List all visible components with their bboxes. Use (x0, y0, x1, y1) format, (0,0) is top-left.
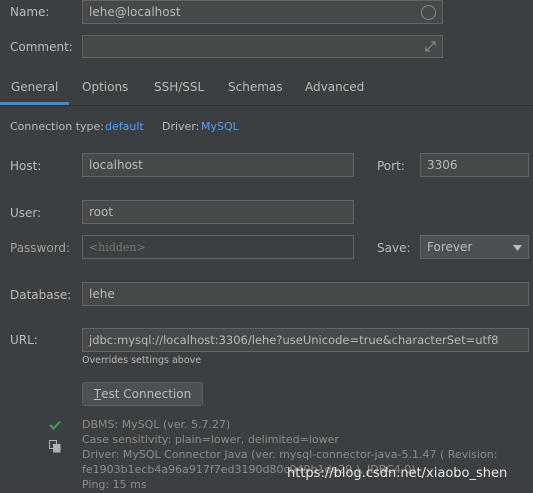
driver-label: Driver: (162, 120, 200, 133)
test-connection-mnemonic: T (93, 387, 102, 401)
save-label: Save: (377, 241, 411, 255)
database-label: Database: (10, 288, 72, 302)
dbms-info: DBMS: MySQL (ver. 5.7.27) (82, 418, 231, 431)
port-value: 3306 (427, 158, 458, 172)
color-picker-icon[interactable] (421, 5, 436, 20)
connection-type-link[interactable]: default (105, 120, 144, 133)
url-label: URL: (10, 333, 38, 347)
tab-ssh-ssl[interactable]: SSH/SSL (154, 80, 204, 94)
driver-link[interactable]: MySQL (201, 120, 239, 133)
database-value: lehe (89, 287, 115, 301)
port-input[interactable]: 3306 (420, 153, 529, 177)
tab-options[interactable]: Options (82, 80, 128, 94)
connection-type-label: Connection type: (10, 120, 105, 133)
url-value: jdbc:mysql://localhost:3306/lehe?useUnic… (89, 333, 499, 347)
host-input[interactable]: localhost (82, 153, 354, 177)
watermark: https://blog.csdn.net/xiaobo_shen (287, 466, 508, 481)
save-value: Forever (427, 240, 473, 254)
expand-icon[interactable] (425, 41, 436, 52)
copy-icon[interactable] (49, 440, 61, 453)
driver-info: Driver: MySQL Connector Java (ver. mysql… (82, 448, 498, 461)
name-label: Name: (10, 5, 50, 19)
name-value: lehe@localhost (89, 5, 181, 19)
comment-label: Comment: (10, 40, 73, 54)
user-value: root (89, 205, 114, 219)
user-label: User: (10, 206, 42, 220)
tab-divider (0, 105, 533, 106)
case-sensitivity-info: Case sensitivity: plain=lower, delimited… (82, 433, 339, 446)
port-label: Port: (377, 159, 405, 173)
host-value: localhost (89, 158, 143, 172)
comment-input[interactable] (82, 35, 443, 58)
tab-general[interactable]: General (11, 80, 58, 94)
url-hint: Overrides settings above (82, 355, 202, 366)
test-connection-label: est Connection (101, 387, 192, 401)
user-input[interactable]: root (82, 200, 354, 224)
save-select[interactable]: Forever (420, 235, 529, 259)
host-label: Host: (10, 159, 42, 173)
password-value: <hidden> (89, 240, 146, 254)
password-label: Password: (10, 241, 71, 255)
check-icon (49, 420, 61, 430)
tab-advanced[interactable]: Advanced (305, 80, 364, 94)
chevron-down-icon (513, 245, 522, 251)
test-connection-button[interactable]: Test Connection (82, 382, 203, 406)
tab-schemas[interactable]: Schemas (228, 80, 283, 94)
ping-info: Ping: 15 ms (82, 478, 147, 491)
name-input[interactable]: lehe@localhost (82, 0, 443, 24)
url-input[interactable]: jdbc:mysql://localhost:3306/lehe?useUnic… (82, 328, 529, 352)
password-input[interactable]: <hidden> (82, 235, 354, 259)
database-input[interactable]: lehe (82, 282, 529, 306)
